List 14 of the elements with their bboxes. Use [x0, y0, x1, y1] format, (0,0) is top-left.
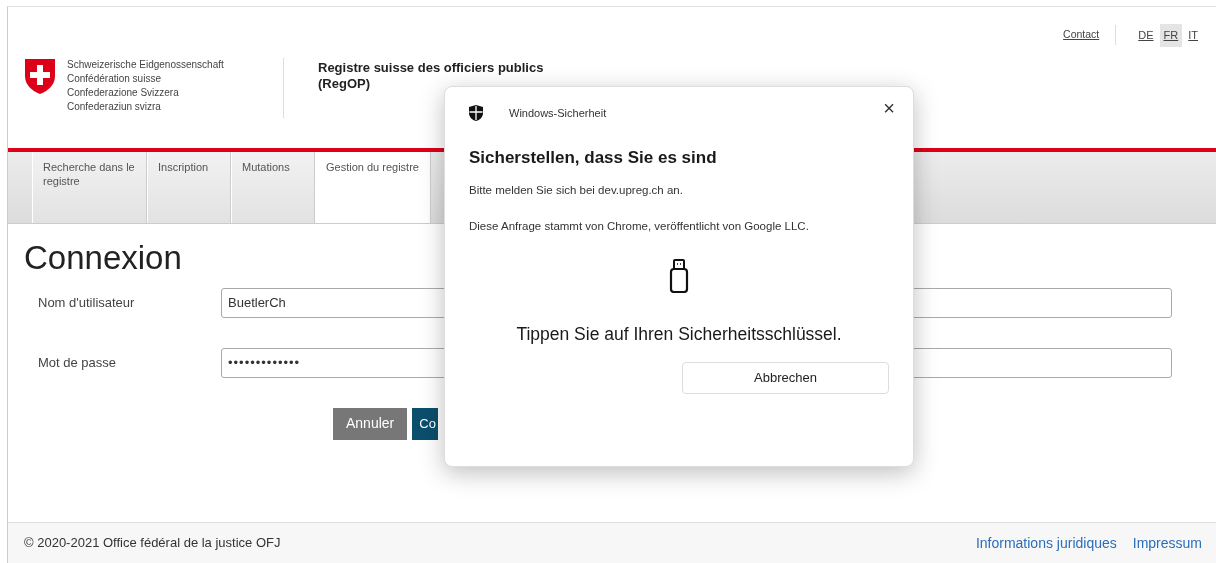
page-title: Connexion: [24, 238, 182, 278]
copyright-text: © 2020-2021 Office fédéral de la justice OFJ: [24, 534, 281, 553]
site-title: Registre suisse des officiers publics (RegOP): [318, 60, 545, 92]
dialog-prompt: Tippen Sie auf Ihren Sicherheitsschlüssel.: [515, 322, 843, 346]
field-label: Mot de passe: [37, 353, 118, 372]
dialog-text: Bitte melden Sie sich bei dev.upreg.ch an.: [469, 182, 684, 198]
dialog-app-name: Windows-Sicherheit: [509, 105, 607, 121]
dialog-title: Sicherstellen, dass Sie es sind: [469, 147, 718, 169]
field-label: Nom d'utilisateur: [37, 293, 136, 312]
agency-line: Confederaziun svizra: [67, 100, 162, 114]
agency-line: Confédération suisse: [67, 72, 162, 86]
agency-line: Confederazione Svizzera: [67, 86, 180, 100]
dialog-text: Diese Anfrage stammt von Chrome, veröffentlicht von Google LLC.: [469, 218, 810, 234]
agency-line: Schweizerische Eidgenossenschaft: [67, 58, 225, 72]
